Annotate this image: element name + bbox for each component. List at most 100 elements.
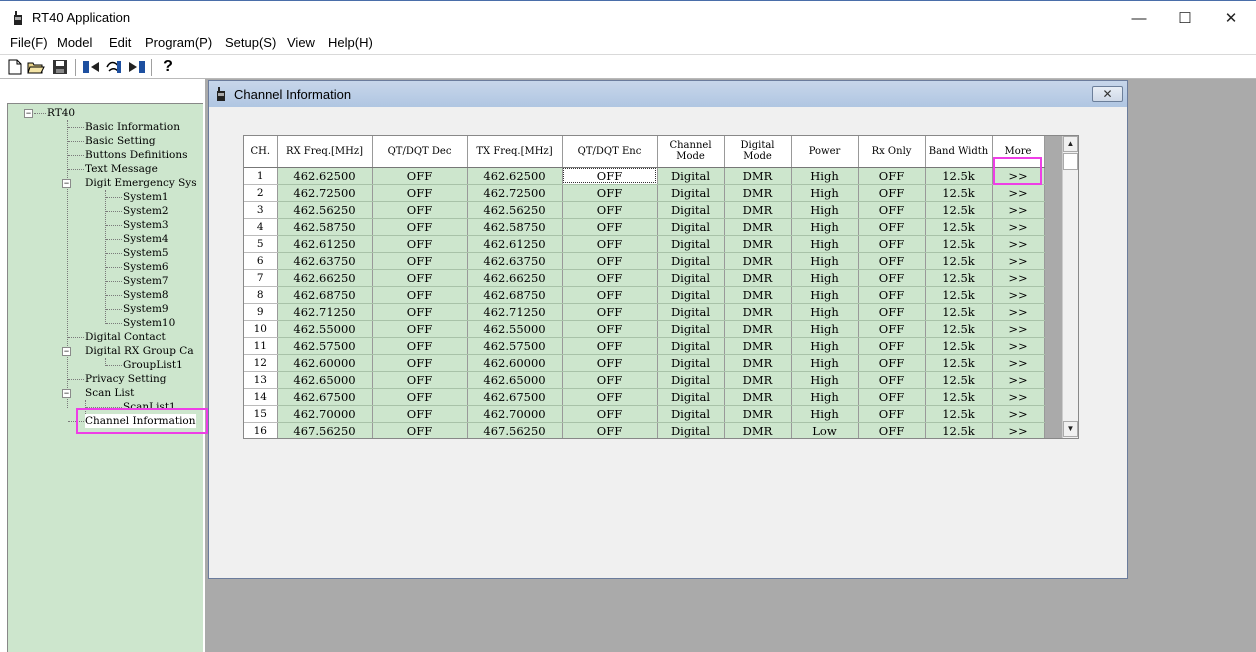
table-row[interactable]: 13 462.65000 OFF 462.65000 OFF Digital DMR High…: [244, 371, 1045, 389]
cell-rx-freq[interactable]: 462.62500: [277, 167, 373, 185]
tree-item-basic-setting[interactable]: Basic Setting: [85, 134, 156, 148]
cell-power[interactable]: High: [791, 405, 859, 423]
cell-digital-mode[interactable]: DMR: [724, 286, 792, 304]
more-button[interactable]: >>: [992, 337, 1045, 355]
cell-channel-mode[interactable]: Digital: [657, 269, 725, 287]
table-row[interactable]: 10 462.55000 OFF 462.55000 OFF Digital DMR High…: [244, 320, 1045, 338]
tree-item-system5[interactable]: System5: [123, 246, 169, 260]
cell-band-width[interactable]: 12.5k: [925, 337, 993, 355]
cell-digital-mode[interactable]: DMR: [724, 354, 792, 372]
cell-channel-mode[interactable]: Digital: [657, 286, 725, 304]
cell-rx-freq[interactable]: 462.61250: [277, 235, 373, 253]
cell-ch[interactable]: 7: [244, 269, 278, 287]
cell-channel-mode[interactable]: Digital: [657, 371, 725, 389]
tree-item-digit-emergency-sys[interactable]: Digit Emergency Sys: [85, 176, 197, 190]
cell-qt-dqt-dec[interactable]: OFF: [372, 371, 468, 389]
tree-expander-rx-group[interactable]: −: [62, 347, 71, 356]
cell-rx-freq[interactable]: 462.70000: [277, 405, 373, 423]
cell-tx-freq[interactable]: 462.68750: [467, 286, 563, 304]
cell-channel-mode[interactable]: Digital: [657, 235, 725, 253]
cell-power[interactable]: Low: [791, 422, 859, 438]
tree-item-system9[interactable]: System9: [123, 302, 169, 316]
table-row[interactable]: 4 462.58750 OFF 462.58750 OFF Digital DMR High O…: [244, 218, 1045, 236]
cell-qt-dqt-enc[interactable]: OFF: [562, 201, 658, 219]
table-row[interactable]: 6 462.63750 OFF 462.63750 OFF Digital DMR High O…: [244, 252, 1045, 270]
more-button[interactable]: >>: [992, 252, 1045, 270]
more-button[interactable]: >>: [992, 388, 1045, 406]
cell-tx-freq[interactable]: 462.60000: [467, 354, 563, 372]
cell-channel-mode[interactable]: Digital: [657, 405, 725, 423]
more-button[interactable]: >>: [992, 354, 1045, 372]
table-row[interactable]: 12 462.60000 OFF 462.60000 OFF Digital DMR High…: [244, 354, 1045, 372]
cell-tx-freq[interactable]: 462.55000: [467, 320, 563, 338]
tree-item-digital-contact[interactable]: Digital Contact: [85, 330, 166, 344]
cell-band-width[interactable]: 12.5k: [925, 405, 993, 423]
cell-rx-freq[interactable]: 462.55000: [277, 320, 373, 338]
cell-band-width[interactable]: 12.5k: [925, 235, 993, 253]
cell-qt-dqt-enc[interactable]: OFF: [562, 320, 658, 338]
menu-view[interactable]: View: [287, 35, 315, 50]
cell-rx-only[interactable]: OFF: [858, 320, 926, 338]
cell-power[interactable]: High: [791, 184, 859, 202]
cell-rx-only[interactable]: OFF: [858, 422, 926, 438]
table-row[interactable]: 2 462.72500 OFF 462.72500 OFF Digital DMR High O…: [244, 184, 1045, 202]
menu-file[interactable]: File(F): [10, 35, 48, 50]
cell-band-width[interactable]: 12.5k: [925, 286, 993, 304]
cell-rx-only[interactable]: OFF: [858, 184, 926, 202]
help-icon[interactable]: ?: [159, 58, 177, 76]
table-row[interactable]: 8 462.68750 OFF 462.68750 OFF Digital DMR High O…: [244, 286, 1045, 304]
column-header-channel-mode[interactable]: Channel Mode: [657, 136, 725, 168]
cell-qt-dqt-dec[interactable]: OFF: [372, 252, 468, 270]
cell-band-width[interactable]: 12.5k: [925, 388, 993, 406]
more-button[interactable]: >>: [992, 303, 1045, 321]
tree-item-buttons-definitions[interactable]: Buttons Definitions: [85, 148, 188, 162]
cell-digital-mode[interactable]: DMR: [724, 405, 792, 423]
cell-digital-mode[interactable]: DMR: [724, 371, 792, 389]
cell-ch[interactable]: 6: [244, 252, 278, 270]
tree-expander-emergency[interactable]: −: [62, 179, 71, 188]
cell-qt-dqt-enc[interactable]: OFF: [562, 405, 658, 423]
open-folder-icon[interactable]: [27, 58, 45, 76]
save-icon[interactable]: [51, 58, 69, 76]
cell-band-width[interactable]: 12.5k: [925, 303, 993, 321]
tree-expander-rt40[interactable]: −: [24, 109, 33, 118]
cell-channel-mode[interactable]: Digital: [657, 184, 725, 202]
cell-power[interactable]: High: [791, 371, 859, 389]
cell-qt-dqt-enc[interactable]: OFF: [562, 354, 658, 372]
cell-ch[interactable]: 3: [244, 201, 278, 219]
cell-power[interactable]: High: [791, 354, 859, 372]
cell-rx-only[interactable]: OFF: [858, 167, 926, 185]
cell-ch[interactable]: 8: [244, 286, 278, 304]
cell-power[interactable]: High: [791, 167, 859, 185]
child-close-button[interactable]: ✕: [1092, 86, 1123, 102]
write-radio-icon[interactable]: [105, 58, 123, 76]
cell-qt-dqt-enc[interactable]: OFF: [562, 269, 658, 287]
tree-item-system3[interactable]: System3: [123, 218, 169, 232]
tree-item-privacy-setting[interactable]: Privacy Setting: [85, 372, 166, 386]
cell-ch[interactable]: 12: [244, 354, 278, 372]
cell-power[interactable]: High: [791, 269, 859, 287]
menu-program[interactable]: Program(P): [145, 35, 212, 50]
cell-rx-only[interactable]: OFF: [858, 269, 926, 287]
minimize-button[interactable]: —: [1116, 5, 1162, 31]
cell-rx-freq[interactable]: 462.57500: [277, 337, 373, 355]
column-header-rx-freq[interactable]: RX Freq.[MHz]: [277, 136, 373, 168]
cell-digital-mode[interactable]: DMR: [724, 235, 792, 253]
tree-item-text-message[interactable]: Text Message: [85, 162, 158, 176]
cell-digital-mode[interactable]: DMR: [724, 184, 792, 202]
tree-item-grouplist1[interactable]: GroupList1: [123, 358, 183, 372]
cell-qt-dqt-dec[interactable]: OFF: [372, 337, 468, 355]
cell-digital-mode[interactable]: DMR: [724, 388, 792, 406]
cell-channel-mode[interactable]: Digital: [657, 167, 725, 185]
cell-power[interactable]: High: [791, 337, 859, 355]
menu-model[interactable]: Model: [57, 35, 92, 50]
column-header-ch[interactable]: CH.: [244, 136, 278, 168]
radio-info-icon[interactable]: [128, 58, 146, 76]
cell-ch[interactable]: 2: [244, 184, 278, 202]
scroll-up-button[interactable]: ▲: [1063, 136, 1078, 152]
column-header-qt-dqt-dec[interactable]: QT/DQT Dec: [372, 136, 468, 168]
cell-channel-mode[interactable]: Digital: [657, 218, 725, 236]
cell-rx-only[interactable]: OFF: [858, 354, 926, 372]
cell-qt-dqt-dec[interactable]: OFF: [372, 320, 468, 338]
table-row[interactable]: 1 462.62500 OFF 462.62500 OFF Digital DMR High O…: [244, 167, 1045, 185]
